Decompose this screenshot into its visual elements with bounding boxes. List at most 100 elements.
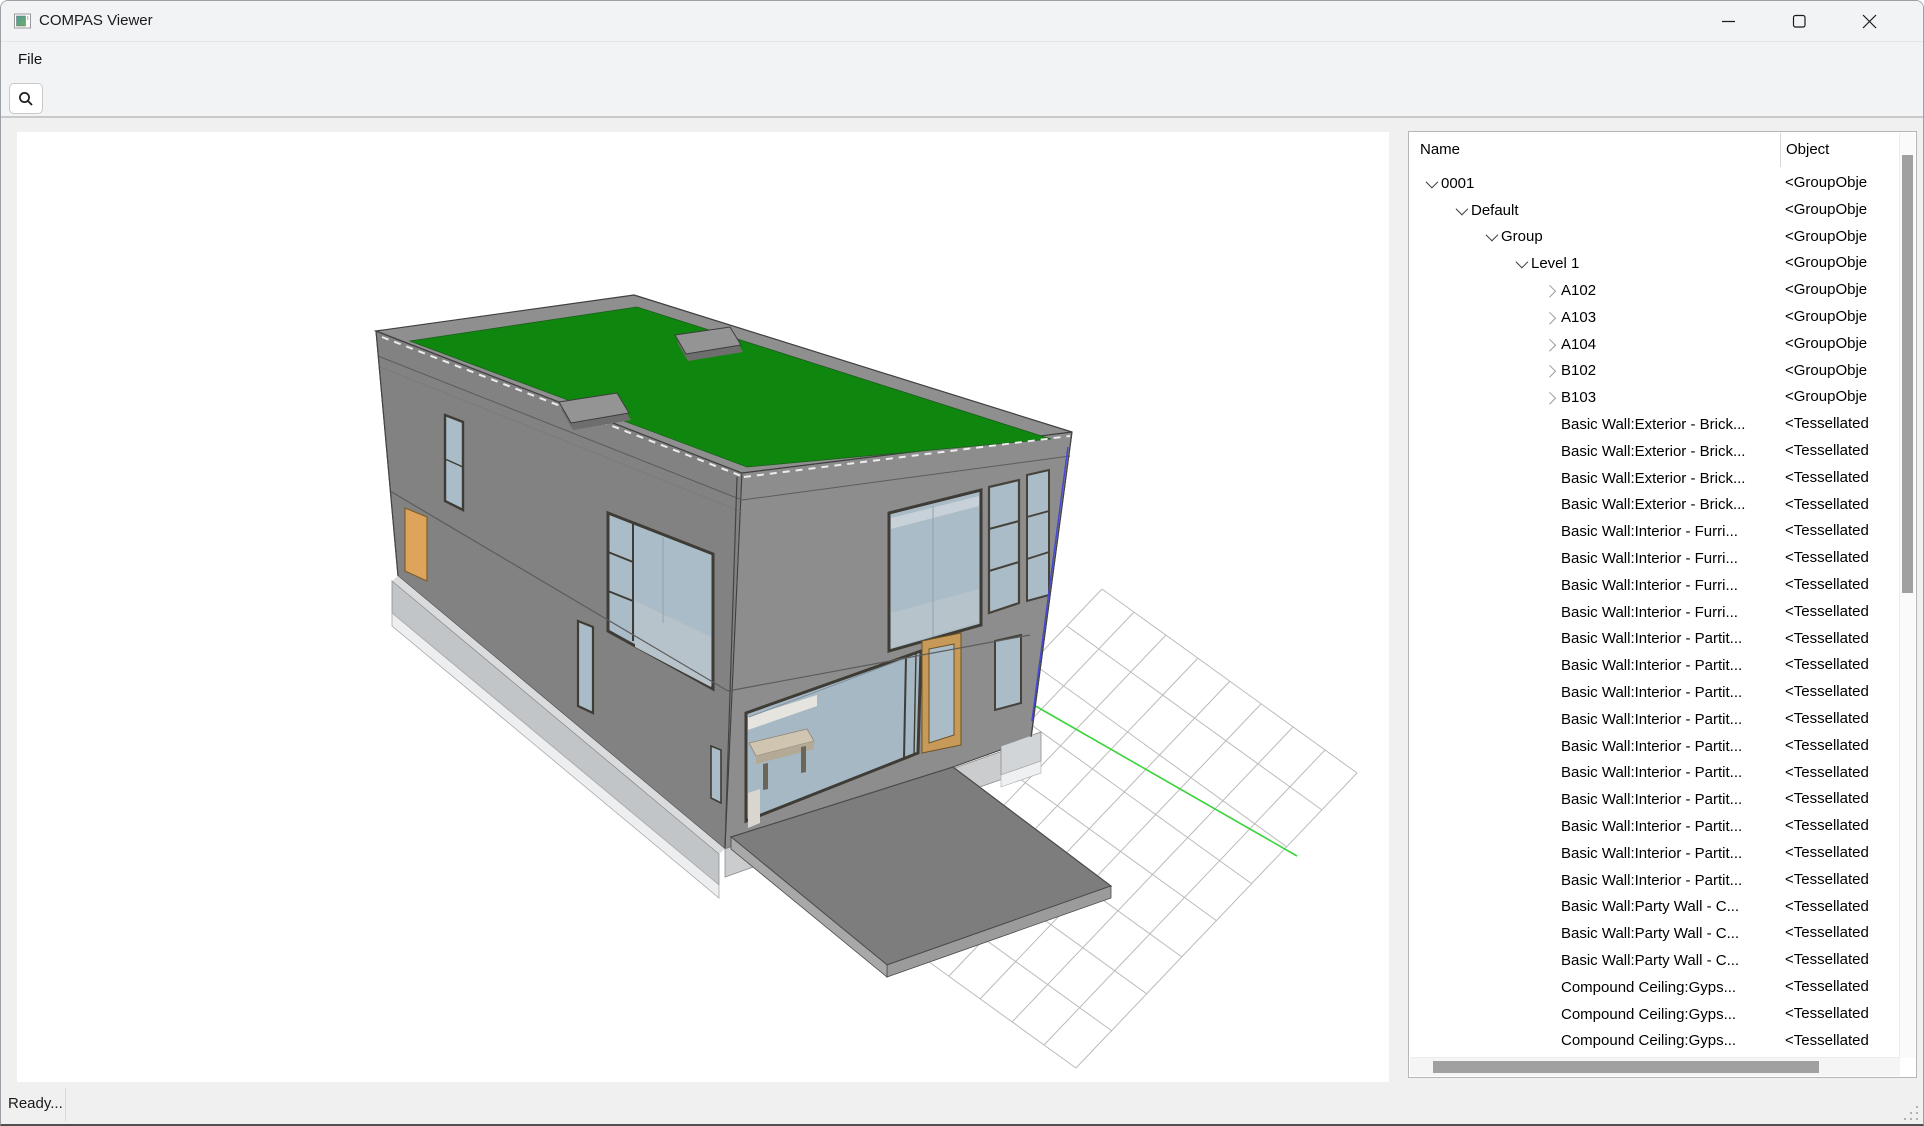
minimize-button[interactable] (1705, 4, 1751, 38)
tree-row[interactable]: A102<GroupObje (1409, 277, 1901, 304)
column-header-object[interactable]: Object (1786, 141, 1829, 158)
tree-item-label: B102 (1561, 362, 1596, 379)
tree-row[interactable]: A104<GroupObje (1409, 331, 1901, 358)
chevron-right-icon[interactable] (1539, 277, 1561, 304)
chevron-spacer (1539, 599, 1561, 626)
tree-item-label: Basic Wall:Interior - Partit... (1561, 791, 1742, 808)
tree-item-label: Basic Wall:Party Wall - C... (1561, 925, 1739, 942)
tree-item-object: <Tessellated (1785, 599, 1899, 626)
tree-item-object: <GroupObje (1785, 331, 1899, 358)
search-icon (17, 90, 35, 108)
column-header-name[interactable]: Name (1420, 141, 1460, 158)
tree-row[interactable]: Basic Wall:Interior - Partit...<Tessella… (1409, 786, 1901, 813)
tree-row[interactable]: Compound Ceiling:Gyps...<Tessellated (1409, 974, 1901, 1001)
chevron-down-icon[interactable] (1449, 197, 1471, 224)
tree-row[interactable]: Compound Ceiling:Gyps...<Tessellated (1409, 1001, 1901, 1028)
tree-item-object: <Tessellated (1785, 652, 1899, 679)
maximize-button[interactable] (1776, 4, 1822, 38)
tree-item-label: Compound Ceiling:Gyps... (1561, 1032, 1736, 1049)
tree-item-label: A102 (1561, 282, 1596, 299)
chevron-down-icon[interactable] (1419, 170, 1441, 197)
tree-row[interactable]: Basic Wall:Interior - Furri... <Tessellat… (1409, 518, 1901, 545)
tree-row[interactable]: Basic Wall:Interior - Partit...<Tessella… (1409, 840, 1901, 867)
side-door (405, 508, 427, 581)
tree-row[interactable]: Basic Wall:Party Wall - C...<Tessellated (1409, 894, 1901, 921)
tree-row[interactable]: Basic Wall:Interior - Furri...<Tessellat… (1409, 572, 1901, 599)
tree-row[interactable]: B103<GroupObje (1409, 384, 1901, 411)
column-divider[interactable] (1780, 133, 1781, 167)
main-content: Name Object 0001<GroupObjeDefault<GroupO… (1, 118, 1923, 1084)
viewport-3d-canvas[interactable] (17, 132, 1389, 1082)
tree-item-label: Basic Wall:Interior - Partit... (1561, 684, 1742, 701)
tree-item-label: Basic Wall:Interior - Furri... (1561, 604, 1738, 621)
tree-row[interactable]: A103<GroupObje (1409, 304, 1901, 331)
tree-row[interactable]: Basic Wall:Interior - Partit...<Tessella… (1409, 760, 1901, 787)
tree-row[interactable]: Level 1<GroupObje (1409, 250, 1901, 277)
title-bar[interactable]: COMPAS Viewer (1, 1, 1923, 42)
chevron-down-icon[interactable] (1479, 224, 1501, 251)
search-button[interactable] (9, 83, 43, 114)
chevron-spacer (1539, 813, 1561, 840)
chevron-spacer (1539, 652, 1561, 679)
tree-item-label: Basic Wall:Interior - Partit... (1561, 764, 1742, 781)
tree-item-label: Basic Wall:Interior - Furri... (1561, 523, 1738, 540)
tree-row[interactable]: Basic Wall:Interior - Partit...<Tessella… (1409, 652, 1901, 679)
tree-item-label: Basic Wall:Interior - Partit... (1561, 630, 1742, 647)
chevron-down-icon[interactable] (1509, 250, 1531, 277)
building-model-scene (17, 132, 1389, 1082)
vertical-scrollbar[interactable] (1899, 133, 1915, 1058)
tree-row[interactable]: Basic Wall:Interior - Furri... <Tessellat… (1409, 599, 1901, 626)
tree-row[interactable]: B102 <GroupObje (1409, 358, 1901, 385)
tree-row[interactable]: Basic Wall:Exterior - Brick...<Tessellat… (1409, 465, 1901, 492)
chevron-spacer (1539, 840, 1561, 867)
chevron-right-icon[interactable] (1539, 331, 1561, 358)
chevron-spacer (1539, 974, 1561, 1001)
tree-row[interactable]: Basic Wall:Interior - Furri...<Tessellat… (1409, 545, 1901, 572)
tree-row[interactable]: Basic Wall:Interior - Partit...<Tessella… (1409, 813, 1901, 840)
resize-grip[interactable] (1901, 1103, 1919, 1121)
chevron-spacer (1539, 867, 1561, 894)
tree-item-object: <Tessellated (1785, 518, 1899, 545)
close-button[interactable] (1846, 4, 1892, 38)
tree-item-object: <GroupObje (1785, 358, 1899, 385)
menu-file[interactable]: File (14, 49, 46, 70)
tree-row[interactable]: Basic Wall:Party Wall - C...<Tessellated (1409, 947, 1901, 974)
tree-row[interactable]: Basic Wall:Interior - Partit...<Tessella… (1409, 733, 1901, 760)
close-icon (1846, 4, 1892, 38)
chevron-right-icon[interactable] (1539, 384, 1561, 411)
tree-item-object: <Tessellated (1785, 438, 1899, 465)
tree-row[interactable]: Basic Wall:Exterior - Brick... <Tessellat… (1409, 438, 1901, 465)
tree-item-label: Basic Wall:Exterior - Brick... (1561, 496, 1745, 513)
tree-row[interactable]: Basic Wall:Party Wall - C...<Tessellated (1409, 920, 1901, 947)
status-text: Ready... (8, 1095, 63, 1112)
maximize-icon (1776, 4, 1822, 38)
tree-row[interactable]: Basic Wall:Exterior - Brick...<Tessellat… (1409, 492, 1901, 519)
minimize-icon (1705, 4, 1751, 38)
app-icon (14, 13, 31, 29)
tree-item-object: <GroupObje (1785, 224, 1899, 251)
tree-row[interactable]: Basic Wall:Interior - Partit...<Tessella… (1409, 867, 1901, 894)
tree-item-object: <Tessellated (1785, 572, 1899, 599)
tree-row[interactable]: Group<GroupObje (1409, 224, 1901, 251)
tree-header: Name Object (1409, 132, 1916, 170)
tree-item-label: Compound Ceiling:Gyps... (1561, 1006, 1736, 1023)
tree-rows: 0001<GroupObjeDefault<GroupObjeGroup<Gro… (1409, 170, 1901, 1058)
tree-row[interactable]: Basic Wall:Interior - Partit...<Tessella… (1409, 706, 1901, 733)
chevron-spacer (1539, 760, 1561, 787)
tree-row[interactable]: Default<GroupObje (1409, 197, 1901, 224)
tree-row[interactable]: Compound Ceiling:Gyps...<Tessellated (1409, 1028, 1901, 1055)
tree-row[interactable]: Basic Wall:Interior - Partit...<Tessella… (1409, 679, 1901, 706)
vertical-scrollbar-thumb[interactable] (1902, 155, 1913, 593)
horizontal-scrollbar-thumb[interactable] (1433, 1061, 1819, 1073)
tree-row[interactable]: Basic Wall:Interior - Partit...<Tessella… (1409, 626, 1901, 653)
tree-row[interactable]: 0001<GroupObje (1409, 170, 1901, 197)
horizontal-scrollbar[interactable] (1410, 1057, 1900, 1076)
chevron-spacer (1539, 545, 1561, 572)
chevron-right-icon[interactable] (1539, 304, 1561, 331)
chevron-spacer (1539, 786, 1561, 813)
tree-item-label: Basic Wall:Exterior - Brick... (1561, 443, 1745, 460)
tree-row[interactable]: Basic Wall:Exterior - Brick...<Tessellat… (1409, 411, 1901, 438)
tree-item-object: <Tessellated (1785, 867, 1899, 894)
chevron-right-icon[interactable] (1539, 358, 1561, 385)
chevron-spacer (1539, 492, 1561, 519)
